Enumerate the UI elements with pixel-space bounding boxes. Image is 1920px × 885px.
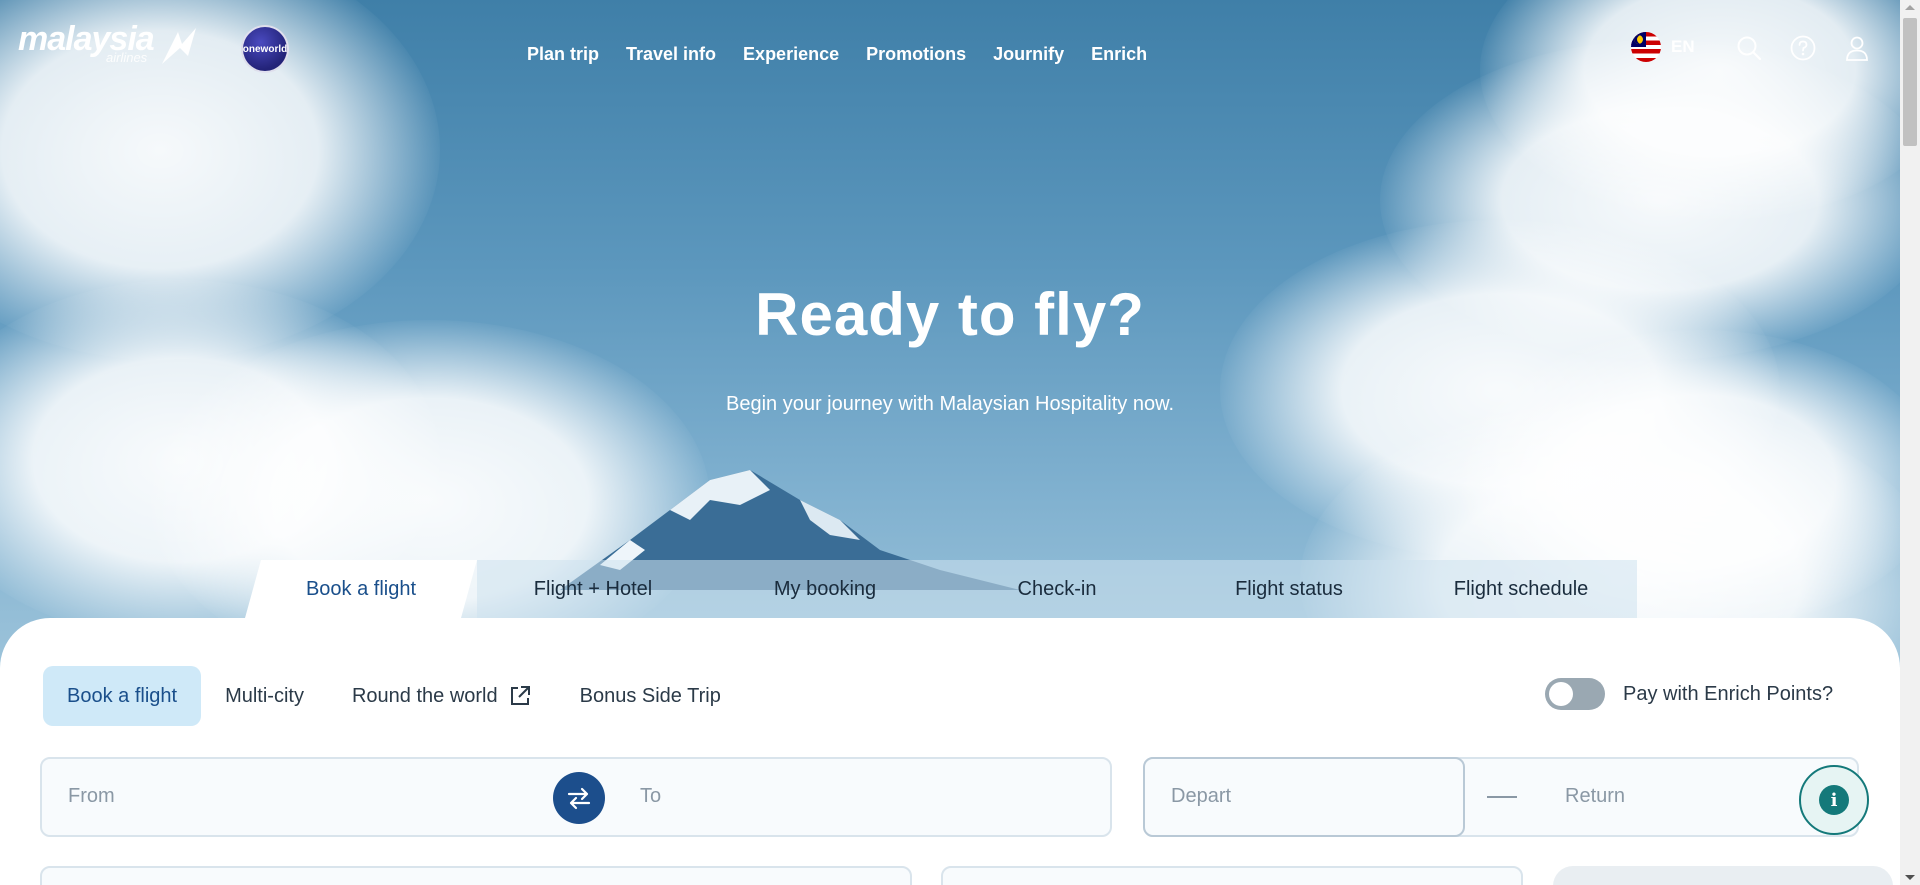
route-field-group: From To [40, 757, 1112, 837]
tab-flight-hotel[interactable]: Flight + Hotel [477, 560, 709, 618]
language-code: EN [1671, 37, 1695, 56]
subtab-label: Bonus Side Trip [579, 684, 721, 707]
subtab-label: Round the world [351, 684, 498, 707]
enrich-points-label: Pay with Enrich Points? [1623, 682, 1834, 705]
to-field[interactable]: To [640, 785, 661, 808]
booking-panel [0, 618, 1900, 885]
subtab-round-the-world[interactable]: Round the world [328, 666, 556, 726]
subtab-label: Book a flight [67, 684, 178, 707]
tab-my-booking[interactable]: My booking [709, 560, 941, 618]
promo-code-field[interactable] [941, 866, 1523, 885]
nav-travel-info[interactable]: Travel info [626, 44, 716, 65]
subtab-label: Multi-city [225, 684, 304, 707]
kite-logo-icon [162, 28, 196, 64]
passenger-field[interactable] [40, 866, 912, 885]
scrollbar-thumb[interactable] [1903, 18, 1917, 146]
user-icon[interactable] [1843, 34, 1871, 62]
nav-enrich[interactable]: Enrich [1091, 44, 1147, 65]
nav-journify[interactable]: Journify [993, 44, 1064, 65]
search-icon[interactable] [1735, 34, 1763, 62]
info-button[interactable]: i [1799, 765, 1869, 835]
page-scrollbar[interactable] [1900, 0, 1920, 885]
scroll-up-arrow[interactable] [1905, 5, 1915, 10]
date-field-group: Depart Return [1143, 757, 1859, 837]
external-link-icon [510, 686, 530, 705]
subtab-bonus-side-trip[interactable]: Bonus Side Trip [556, 666, 745, 726]
nav-plan-trip[interactable]: Plan trip [527, 44, 599, 65]
oneworld-text: oneworld [242, 43, 288, 55]
tab-book-a-flight[interactable]: Book a flight [245, 560, 477, 618]
malaysia-flag-icon [1631, 32, 1661, 62]
depart-date-field[interactable]: Depart [1143, 757, 1465, 837]
nav-experience[interactable]: Experience [743, 44, 839, 65]
swap-route-button[interactable] [553, 772, 605, 824]
search-flights-button[interactable] [1553, 866, 1893, 885]
hero-title: Ready to fly? [755, 281, 1145, 348]
from-field[interactable]: From [68, 785, 115, 808]
scroll-down-arrow[interactable] [1905, 875, 1915, 880]
return-date-field[interactable]: Return [1565, 785, 1625, 808]
depart-placeholder: Depart [1171, 785, 1232, 807]
malaysia-airlines-logo[interactable]: malaysia airlines [18, 22, 155, 65]
subtab-multi-city[interactable]: Multi-city [201, 666, 328, 726]
info-icon: i [1819, 785, 1849, 815]
booking-tabs: Book a flight Flight + Hotel My booking … [245, 560, 1648, 618]
logo-subtext: airlines [106, 50, 148, 65]
swap-arrows-icon [567, 787, 591, 810]
date-range-separator [1487, 796, 1517, 798]
main-navigation: Plan trip Travel info Experience Promoti… [527, 44, 1147, 65]
oneworld-logo[interactable]: oneworld [241, 25, 289, 73]
enrich-points-toggle[interactable] [1545, 678, 1605, 710]
nav-promotions[interactable]: Promotions [866, 44, 966, 65]
tab-check-in[interactable]: Check-in [941, 560, 1173, 618]
language-selector[interactable]: EN [1631, 32, 1695, 62]
tab-flight-schedule[interactable]: Flight schedule [1405, 560, 1637, 618]
hero-subtitle: Begin your journey with Malaysian Hospit… [726, 393, 1174, 415]
toggle-knob [1549, 682, 1573, 706]
trip-type-tabs: Book a flight Multi-city Round the world… [43, 666, 745, 726]
enrich-points-toggle-group: Pay with Enrich Points? [1545, 678, 1833, 710]
subtab-book-a-flight[interactable]: Book a flight [43, 666, 202, 726]
help-icon[interactable] [1789, 34, 1817, 62]
tab-flight-status[interactable]: Flight status [1173, 560, 1405, 618]
